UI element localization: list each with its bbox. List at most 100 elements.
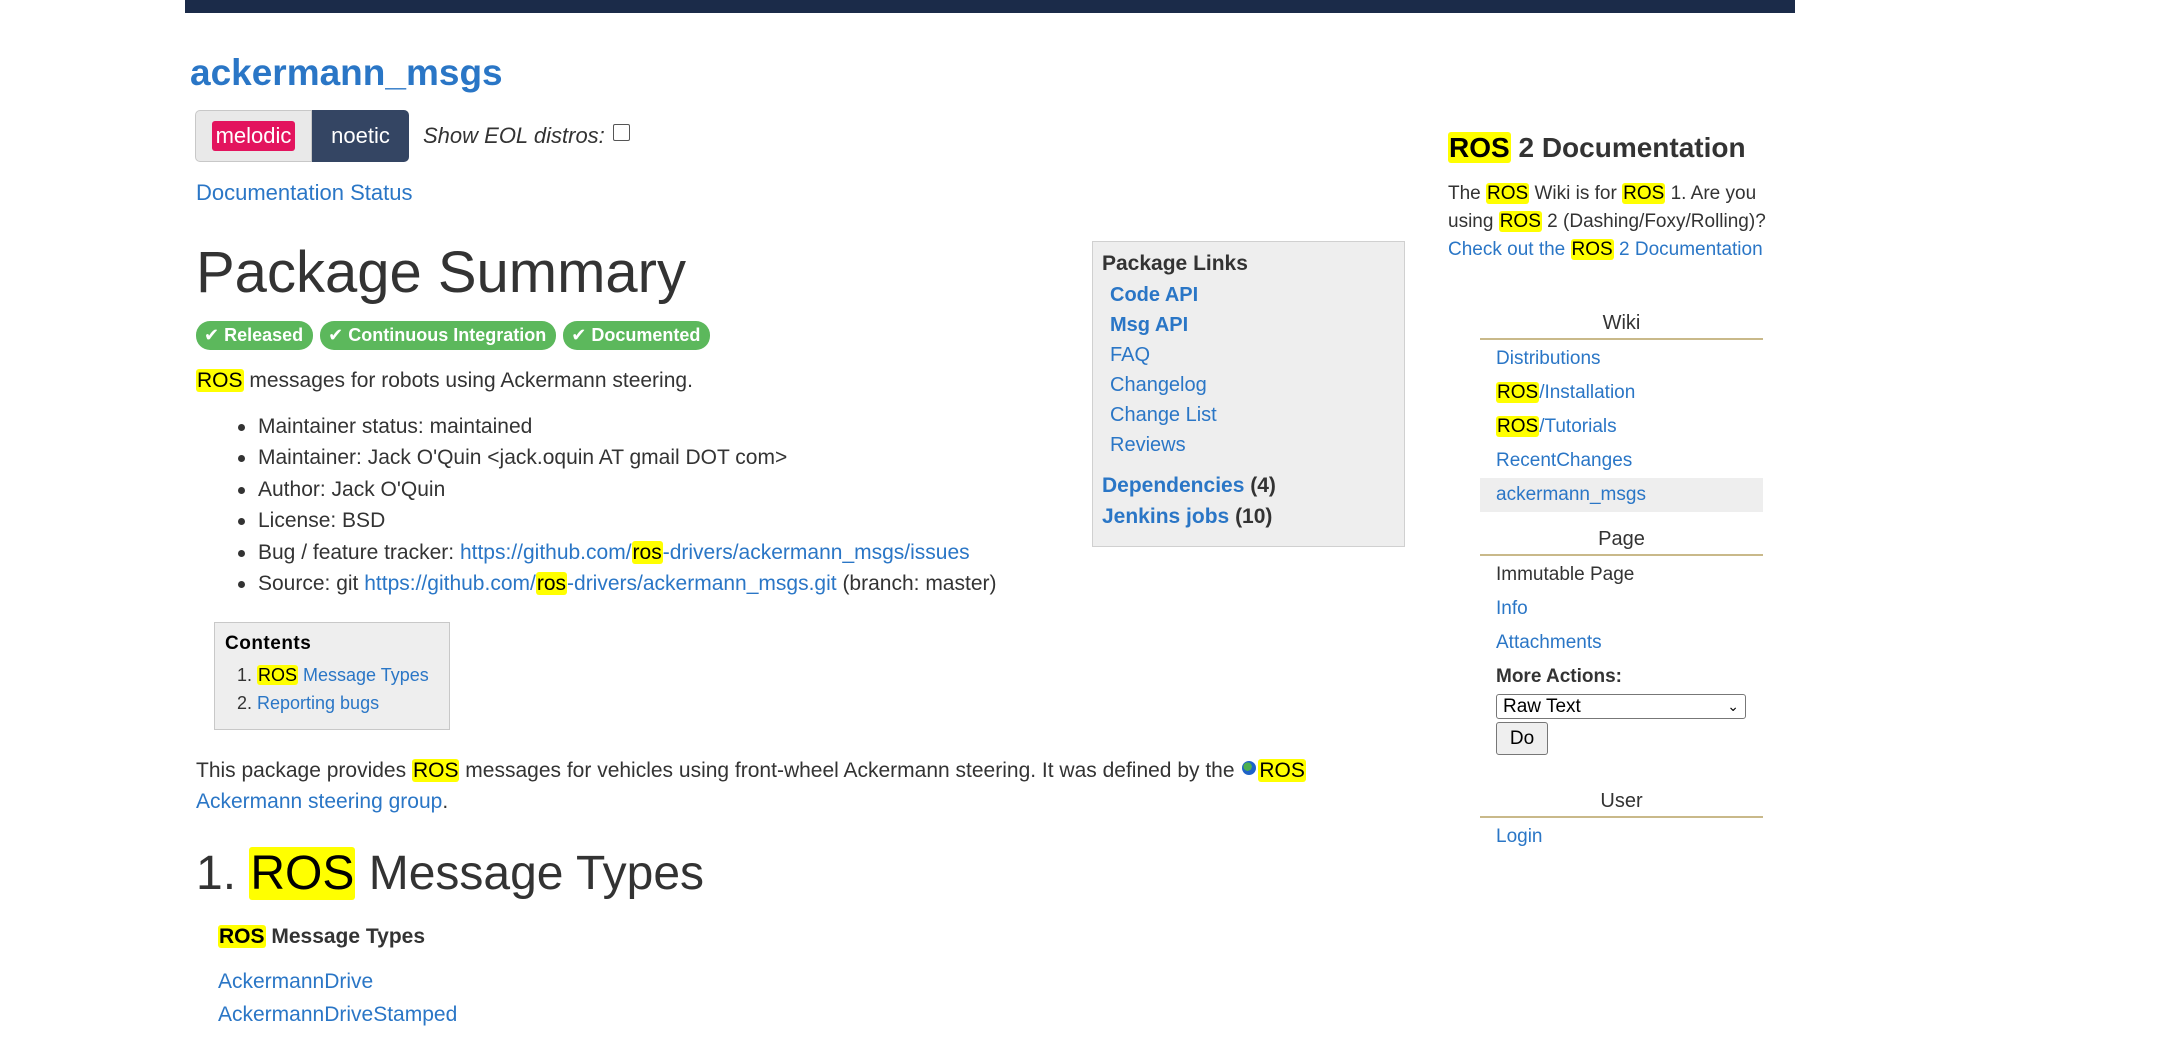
- show-eol-label: Show EOL distros:: [423, 123, 605, 148]
- highlight: ROS: [218, 925, 266, 948]
- documentation-status-link[interactable]: Documentation Status: [196, 180, 412, 206]
- login-link[interactable]: Login: [1496, 826, 1543, 847]
- license: License: BSD: [238, 505, 997, 536]
- package-links-box: Package Links Code API Msg API FAQ Chang…: [1092, 241, 1405, 547]
- highlight: ros: [631, 540, 663, 564]
- sidebar-item-recent-changes[interactable]: RecentChanges: [1496, 450, 1632, 471]
- faq-link[interactable]: FAQ: [1110, 344, 1150, 366]
- toc-link-reporting-bugs[interactable]: Reporting bugs: [257, 693, 379, 713]
- url-part: -drivers/ackermann_msgs/issues: [662, 540, 970, 564]
- section-heading-message-types: 1. ROS Message Types: [196, 842, 704, 906]
- package-paragraph: This package provides ROS messages for v…: [196, 755, 1396, 817]
- bug-tracker-link[interactable]: https://github.com/ros-drivers/ackermann…: [460, 540, 970, 564]
- maintainer-status: Maintainer status: maintained: [238, 411, 997, 442]
- bug-tracker: Bug / feature tracker: https://github.co…: [238, 537, 997, 568]
- msg-link-ackermanndrivestamped[interactable]: AckermannDriveStamped: [218, 1003, 457, 1026]
- highlight: ROS: [196, 369, 244, 392]
- heading-text: 2 Documentation: [1510, 132, 1746, 163]
- highlight: ROS: [1448, 132, 1511, 163]
- toc-link-text: Message Types: [298, 665, 429, 685]
- subheading-text: Message Types: [265, 925, 426, 948]
- highlight: ROS: [1496, 382, 1540, 403]
- check-icon: ✔: [571, 325, 587, 345]
- message-type-list: AckermannDrive AckermannDriveStamped: [218, 966, 457, 1031]
- sidebar-page: Page Immutable Page Info Attachments Mor…: [1480, 528, 1763, 755]
- select-value: Raw Text: [1503, 695, 1581, 717]
- message-types-subheading: ROS Message Types: [218, 925, 425, 949]
- link-text: /Tutorials: [1539, 416, 1617, 437]
- sidebar-item-tutorials[interactable]: ROS/Tutorials: [1496, 416, 1617, 437]
- msg-link-ackermanndrive[interactable]: AckermannDrive: [218, 970, 373, 993]
- code-api-link[interactable]: Code API: [1110, 284, 1198, 306]
- msg-api-link[interactable]: Msg API: [1110, 314, 1188, 336]
- check-icon: ✔: [328, 325, 344, 345]
- highlight: ROS: [1258, 759, 1306, 782]
- package-metadata: Maintainer status: maintained Maintainer…: [238, 411, 997, 599]
- changelog-link[interactable]: Changelog: [1110, 374, 1207, 396]
- link-text: Check out the: [1448, 239, 1571, 260]
- url-part: -drivers/ackermann_msgs.git: [567, 571, 837, 595]
- more-actions-select[interactable]: Raw Text ⌄: [1496, 694, 1746, 719]
- highlight: ROS: [1498, 211, 1542, 232]
- highlight: ros: [535, 571, 568, 595]
- source-branch: (branch: master): [836, 571, 997, 595]
- sidebar-item-installation[interactable]: ROS/Installation: [1496, 382, 1635, 403]
- package-title[interactable]: ackermann_msgs: [190, 52, 503, 94]
- reviews-link[interactable]: Reviews: [1110, 434, 1186, 456]
- change-list-link[interactable]: Change List: [1110, 404, 1217, 426]
- distro-tab-noetic[interactable]: noetic: [312, 110, 409, 162]
- notice-text: 2 (Dashing/Foxy/Rolling)?: [1541, 211, 1766, 232]
- show-eol-checkbox[interactable]: [612, 123, 630, 141]
- check-icon: ✔: [204, 325, 220, 345]
- sidebar-item-attachments[interactable]: Attachments: [1496, 632, 1602, 653]
- chevron-down-icon: ⌄: [1727, 698, 1739, 714]
- package-links-title: Package Links: [1102, 252, 1248, 275]
- toc-item: Reporting bugs: [257, 689, 439, 717]
- section-title: Message Types: [355, 847, 705, 900]
- toc-link-message-types[interactable]: ROS Message Types: [257, 665, 429, 685]
- highlight: ROS: [1486, 183, 1530, 204]
- sidebar-item-ackermann-msgs[interactable]: ackermann_msgs: [1496, 484, 1646, 505]
- show-eol-toggle: Show EOL distros:: [423, 110, 630, 162]
- link-text: /Installation: [1539, 382, 1636, 403]
- immutable-page-label: Immutable Page: [1496, 564, 1635, 585]
- ros2-notice: The ROS Wiki is for ROS 1. Are you using…: [1448, 180, 1774, 264]
- notice-text: Wiki is for: [1529, 183, 1623, 204]
- sidebar-heading-wiki: Wiki: [1480, 312, 1763, 340]
- highlight: ROS: [1622, 183, 1666, 204]
- distro-selector: melodic noetic Show EOL distros:: [195, 110, 630, 162]
- jenkins-jobs-link[interactable]: Jenkins jobs: [1102, 505, 1229, 528]
- badge-label: Documented: [591, 325, 701, 345]
- jenkins-jobs-count: (10): [1235, 505, 1273, 528]
- top-navigation-bar: [185, 0, 1795, 13]
- sidebar-heading-user: User: [1480, 790, 1763, 818]
- sidebar-wiki: Wiki Distributions ROS/Installation ROS/…: [1480, 312, 1763, 512]
- highlight: ROS: [1570, 239, 1614, 260]
- author: Author: Jack O'Quin: [238, 474, 997, 505]
- badge-documented: ✔ Documented: [563, 321, 711, 350]
- package-description: ROS messages for robots using Ackermann …: [196, 366, 693, 396]
- sidebar-item-info[interactable]: Info: [1496, 598, 1528, 619]
- url-part: https://github.com/: [364, 571, 536, 595]
- do-button[interactable]: Do: [1496, 722, 1548, 755]
- highlight: ROS: [249, 847, 356, 900]
- link-text: Ackermann steering group: [196, 790, 443, 813]
- source-link[interactable]: https://github.com/ros-drivers/ackermann…: [364, 571, 837, 595]
- ros2-docs-link[interactable]: Check out the ROS 2 Documentation: [1448, 239, 1763, 260]
- highlight: ROS: [1496, 416, 1540, 437]
- source: Source: git https://github.com/ros-drive…: [238, 568, 997, 599]
- dependencies-link[interactable]: Dependencies: [1102, 474, 1244, 497]
- ros2-documentation-heading: ROS 2 Documentation: [1448, 132, 1746, 164]
- dependencies-count: (4): [1250, 474, 1276, 497]
- package-summary-heading: Package Summary: [196, 240, 686, 305]
- notice-text: The: [1448, 183, 1487, 204]
- badge-label: Released: [224, 325, 304, 345]
- maintainer: Maintainer: Jack O'Quin <jack.oquin AT g…: [238, 442, 997, 473]
- toc-item: ROS Message Types: [257, 661, 439, 689]
- highlight: ROS: [257, 665, 299, 685]
- paragraph-text: .: [442, 790, 449, 813]
- globe-icon: [1242, 761, 1257, 775]
- distro-tab-melodic[interactable]: melodic: [195, 110, 312, 162]
- sidebar-item-distributions[interactable]: Distributions: [1496, 348, 1601, 369]
- badge-released: ✔ Released: [196, 321, 314, 350]
